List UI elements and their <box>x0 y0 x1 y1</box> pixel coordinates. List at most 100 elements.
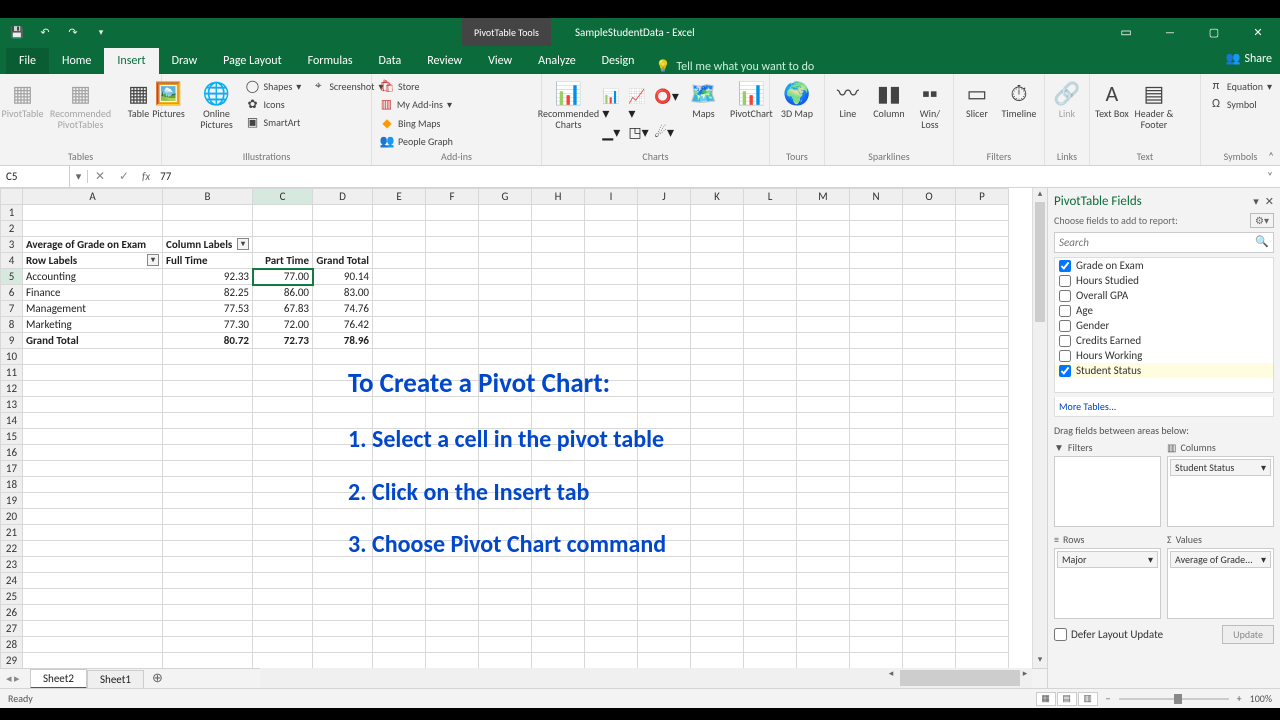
row-header[interactable]: 27 <box>1 621 23 637</box>
cell[interactable] <box>744 285 797 301</box>
cell[interactable] <box>956 301 1009 317</box>
ribbon-options-icon[interactable]: ▭ <box>1104 18 1148 46</box>
cell[interactable] <box>797 253 850 269</box>
cell[interactable] <box>23 365 163 381</box>
cell[interactable] <box>850 589 903 605</box>
row-header[interactable]: 3 <box>1 237 23 253</box>
cell[interactable]: Average of Grade on Exam <box>23 237 163 253</box>
row-header[interactable]: 1 <box>1 205 23 221</box>
cell[interactable] <box>532 605 585 621</box>
cell[interactable] <box>253 493 313 509</box>
defer-update-checkbox[interactable]: Defer Layout Update <box>1054 628 1163 641</box>
filter-dropdown-icon[interactable]: ▾ <box>147 254 159 266</box>
more-tables-link[interactable]: More Tables... <box>1054 397 1274 417</box>
cell[interactable]: Grand Total <box>313 253 373 269</box>
cell[interactable] <box>253 477 313 493</box>
cell[interactable] <box>373 253 426 269</box>
tab-page-layout[interactable]: Page Layout <box>210 48 294 74</box>
cell[interactable] <box>850 285 903 301</box>
symbol-button[interactable]: ΩSymbol <box>1205 96 1261 112</box>
map-3d-button[interactable]: 🌍3D Map <box>774 78 820 121</box>
cell[interactable] <box>253 573 313 589</box>
cell[interactable] <box>691 237 744 253</box>
tab-formulas[interactable]: Formulas <box>295 48 366 74</box>
cell[interactable] <box>850 205 903 221</box>
cell[interactable] <box>163 461 253 477</box>
cell[interactable] <box>585 317 638 333</box>
cell[interactable] <box>253 365 313 381</box>
cell[interactable] <box>163 413 253 429</box>
cell[interactable] <box>850 253 903 269</box>
cell[interactable] <box>23 397 163 413</box>
cell[interactable]: 77.30 <box>163 317 253 333</box>
cell[interactable] <box>691 317 744 333</box>
cell[interactable] <box>956 317 1009 333</box>
minimize-icon[interactable]: — <box>1148 18 1192 46</box>
cell[interactable] <box>23 605 163 621</box>
cell[interactable] <box>373 285 426 301</box>
tab-analyze[interactable]: Analyze <box>525 48 589 74</box>
cell[interactable] <box>23 461 163 477</box>
area-columns-box[interactable]: Student Status▾ <box>1167 456 1274 527</box>
cell[interactable] <box>532 637 585 653</box>
cell[interactable] <box>253 557 313 573</box>
fx-icon[interactable]: fx <box>136 170 156 183</box>
cell[interactable] <box>744 253 797 269</box>
cell[interactable] <box>23 557 163 573</box>
field-checkbox[interactable] <box>1059 305 1071 317</box>
cell[interactable] <box>253 349 313 365</box>
row-header[interactable]: 18 <box>1 477 23 493</box>
cell[interactable] <box>585 605 638 621</box>
smartart-button[interactable]: ▣SmartArt <box>242 114 306 130</box>
cell[interactable] <box>744 205 797 221</box>
field-item[interactable]: Credits Earned <box>1055 333 1273 348</box>
cell[interactable] <box>956 253 1009 269</box>
row-header[interactable]: 13 <box>1 397 23 413</box>
cell[interactable] <box>253 397 313 413</box>
cell[interactable]: 67.83 <box>253 301 313 317</box>
recommended-charts-button[interactable]: 📊Recommended Charts <box>536 78 600 132</box>
fields-list[interactable]: Grade on ExamHours StudiedOverall GPAAge… <box>1054 257 1274 393</box>
cell[interactable] <box>903 653 956 669</box>
cell[interactable] <box>313 205 373 221</box>
cell[interactable]: 72.00 <box>253 317 313 333</box>
cell[interactable] <box>313 637 373 653</box>
column-header[interactable]: G <box>479 189 532 205</box>
field-item[interactable]: Age <box>1055 303 1273 318</box>
sheet-nav[interactable]: ◂ ▸ <box>6 672 20 685</box>
cell[interactable]: Marketing <box>23 317 163 333</box>
cell[interactable] <box>479 205 532 221</box>
cell[interactable]: Accounting <box>23 269 163 285</box>
row-header[interactable]: 24 <box>1 573 23 589</box>
cell[interactable]: 77.53 <box>163 301 253 317</box>
area-item-avg-grade[interactable]: Average of Grade...▾ <box>1170 551 1271 568</box>
cell[interactable] <box>585 621 638 637</box>
area-item-student-status[interactable]: Student Status▾ <box>1170 459 1271 476</box>
bing-maps-button[interactable]: ◆Bing Maps <box>376 115 457 131</box>
cell[interactable] <box>373 621 426 637</box>
field-item[interactable]: Overall GPA <box>1055 288 1273 303</box>
sheet-tab-sheet1[interactable]: Sheet1 <box>87 670 144 688</box>
cell[interactable] <box>253 605 313 621</box>
equation-button[interactable]: πEquation ▾ <box>1205 78 1276 94</box>
row-header[interactable]: 4 <box>1 253 23 269</box>
tab-file[interactable]: File <box>6 48 49 74</box>
cell[interactable] <box>850 333 903 349</box>
field-checkbox[interactable] <box>1059 335 1071 347</box>
cell[interactable] <box>253 653 313 669</box>
cell[interactable] <box>23 445 163 461</box>
cell[interactable] <box>850 221 903 237</box>
cell[interactable]: 78.96 <box>313 333 373 349</box>
cell[interactable] <box>797 221 850 237</box>
cell[interactable] <box>253 381 313 397</box>
pictures-button[interactable]: 🖼️Pictures <box>146 78 192 121</box>
cell[interactable] <box>850 317 903 333</box>
cell[interactable] <box>426 269 479 285</box>
column-header[interactable]: B <box>163 189 253 205</box>
cell[interactable]: 86.00 <box>253 285 313 301</box>
cell[interactable] <box>850 269 903 285</box>
filter-dropdown-icon[interactable]: ▾ <box>237 238 249 250</box>
cell[interactable] <box>903 621 956 637</box>
row-header[interactable]: 5 <box>1 269 23 285</box>
cell[interactable] <box>163 653 253 669</box>
